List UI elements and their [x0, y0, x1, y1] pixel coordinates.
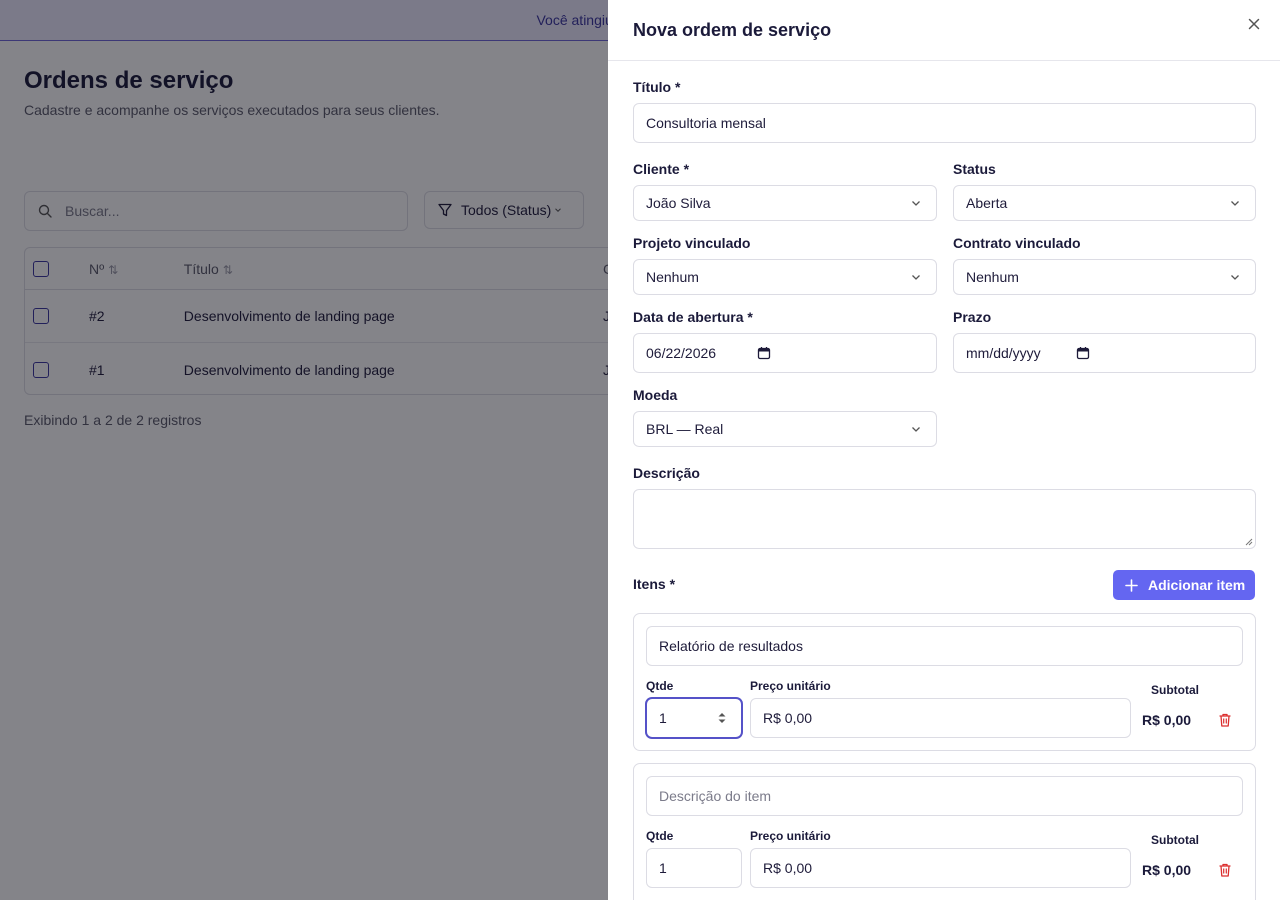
calendar-icon[interactable]	[757, 346, 771, 360]
client-label: Cliente *	[633, 161, 690, 177]
resize-handle-icon[interactable]	[1245, 538, 1253, 546]
qty-value: 1	[659, 710, 667, 726]
opening-date-input[interactable]: 06/22/2026	[633, 333, 937, 373]
item-card: Relatório de resultados Qtde 1 Preço uni…	[633, 613, 1256, 751]
drawer-header: Nova ordem de serviço	[608, 0, 1280, 61]
new-service-order-drawer: Nova ordem de serviço Título * Consultor…	[608, 0, 1280, 900]
deadline-placeholder: mm/dd/yyyy	[966, 345, 1041, 361]
unit-price-input[interactable]: R$ 0,00	[750, 698, 1131, 738]
unit-price-input[interactable]: R$ 0,00	[750, 848, 1131, 888]
close-icon	[1248, 18, 1260, 30]
subtotal-label: Subtotal	[1151, 833, 1199, 847]
description-label: Descrição	[633, 465, 700, 481]
subtotal-value: R$ 0,00	[1142, 712, 1192, 728]
currency-select[interactable]: BRL — Real	[633, 411, 937, 447]
plus-icon	[1125, 578, 1138, 592]
chevron-down-icon	[1231, 201, 1239, 206]
contract-select-value: Nenhum	[966, 269, 1019, 285]
contract-label: Contrato vinculado	[953, 235, 1081, 251]
trash-icon	[1219, 863, 1231, 877]
opening-date-label: Data de abertura *	[633, 309, 753, 325]
contract-select[interactable]: Nenhum	[953, 259, 1256, 295]
unit-price-label: Preço unitário	[750, 679, 831, 693]
chevron-down-icon	[1231, 275, 1239, 280]
stepper-icon[interactable]	[717, 711, 727, 725]
drawer-title: Nova ordem de serviço	[633, 20, 832, 40]
currency-label: Moeda	[633, 387, 678, 403]
item-card: Descrição do item Qtde 1 Preço unitário …	[633, 763, 1256, 900]
opening-date-value: 06/22/2026	[646, 345, 717, 361]
client-select-value: João Silva	[646, 195, 711, 211]
delete-item-button[interactable]	[1217, 712, 1233, 728]
project-select[interactable]: Nenhum	[633, 259, 937, 295]
status-select-value: Aberta	[966, 195, 1008, 211]
chevron-down-icon	[912, 201, 920, 206]
description-textarea[interactable]	[633, 489, 1256, 549]
currency-select-value: BRL — Real	[646, 421, 724, 437]
add-item-label: Adicionar item	[1148, 577, 1246, 593]
qty-label: Qtde	[646, 679, 674, 693]
calendar-icon[interactable]	[1076, 346, 1090, 360]
items-label: Itens *	[633, 576, 676, 592]
title-label: Título *	[633, 79, 681, 95]
qty-input[interactable]: 1	[646, 848, 742, 888]
close-button[interactable]	[1245, 15, 1263, 33]
chevron-down-icon	[912, 275, 920, 280]
client-select[interactable]: João Silva	[633, 185, 937, 221]
status-select[interactable]: Aberta	[953, 185, 1256, 221]
status-label: Status	[953, 161, 996, 177]
title-input[interactable]: Consultoria mensal	[633, 103, 1256, 143]
deadline-input[interactable]: mm/dd/yyyy	[953, 333, 1256, 373]
trash-icon	[1219, 713, 1231, 727]
unit-price-label: Preço unitário	[750, 829, 831, 843]
qty-input[interactable]: 1	[646, 698, 742, 738]
delete-item-button[interactable]	[1217, 862, 1233, 878]
item-description-input[interactable]: Descrição do item	[646, 776, 1243, 816]
subtotal-value: R$ 0,00	[1142, 862, 1192, 878]
chevron-down-icon	[912, 427, 920, 432]
subtotal-label: Subtotal	[1151, 683, 1199, 697]
project-label: Projeto vinculado	[633, 235, 751, 251]
project-select-value: Nenhum	[646, 269, 699, 285]
deadline-label: Prazo	[953, 309, 992, 325]
add-item-button[interactable]: Adicionar item	[1113, 570, 1255, 600]
item-description-input[interactable]: Relatório de resultados	[646, 626, 1243, 666]
qty-label: Qtde	[646, 829, 674, 843]
